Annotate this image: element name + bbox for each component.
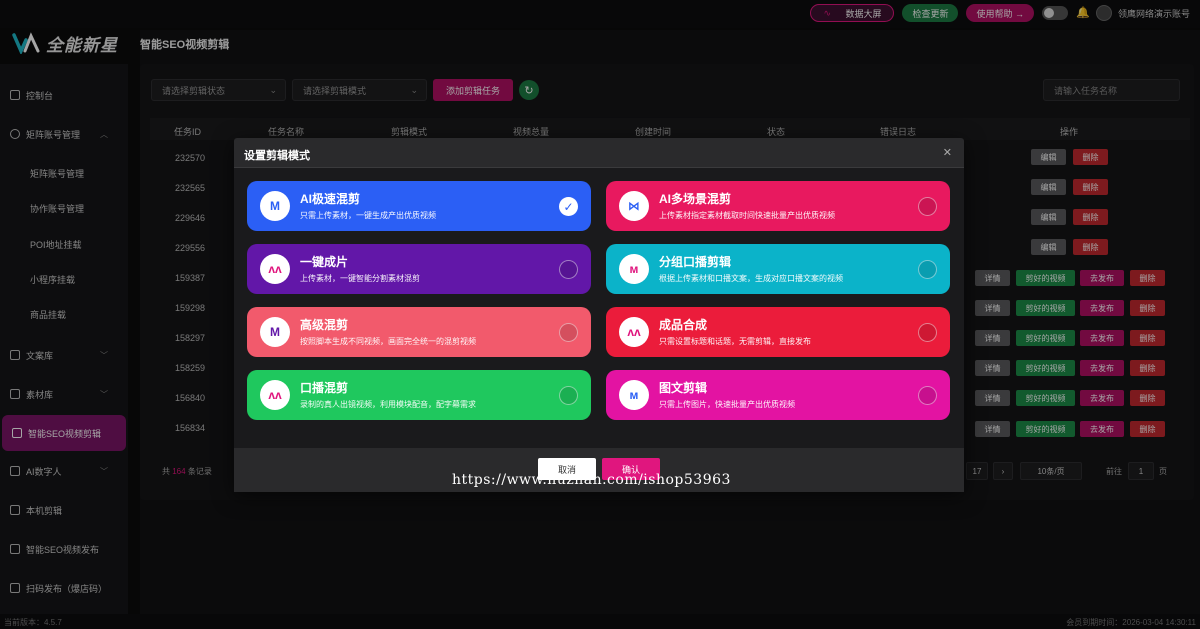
dialog-title: 设置剪辑模式 [244, 150, 310, 162]
close-icon[interactable]: ✕ [943, 146, 952, 159]
mode-card-finished[interactable]: ʌʌ 成品合成 只需设置标题和话题，无需剪辑，直接发布 [606, 307, 950, 357]
radio-button[interactable] [559, 323, 578, 342]
bowtie-icon: ⋈ [619, 191, 649, 221]
people-icon: ᴍ [619, 254, 649, 284]
dialog-body: M AI极速混剪 只需上传素材，一键生成产出优质视频 ✓ ⋈ AI多场景混剪 上… [234, 168, 964, 448]
radio-button[interactable] [918, 386, 937, 405]
mode-card-image-text[interactable]: ᴍ 图文剪辑 只需上传图片，快速批量产出优质视频 [606, 370, 950, 420]
dialog-header: 设置剪辑模式 ✕ [234, 138, 964, 168]
radio-button[interactable] [559, 260, 578, 279]
radio-button[interactable] [918, 197, 937, 216]
check-icon[interactable]: ✓ [559, 197, 578, 216]
people-icon: ᴍ [619, 380, 649, 410]
wave-m-icon: M [260, 317, 290, 347]
mountain-icon: ʌʌ [619, 317, 649, 347]
mode-card-advanced[interactable]: M 高级混剪 按照脚本生成不同视频，画面完全统一的混剪视频 [247, 307, 591, 357]
mode-card-ai-fast[interactable]: M AI极速混剪 只需上传素材，一键生成产出优质视频 ✓ [247, 181, 591, 231]
mode-card-ai-multiscene[interactable]: ⋈ AI多场景混剪 上传素材指定素材截取时间快速批量产出优质视频 [606, 181, 950, 231]
radio-button[interactable] [918, 260, 937, 279]
mode-card-group-voice[interactable]: ᴍ 分组口播剪辑 根据上传素材和口播文案，生成对应口播文案的视频 [606, 244, 950, 294]
radio-button[interactable] [559, 386, 578, 405]
radio-button[interactable] [918, 323, 937, 342]
mode-logo-icon: M [260, 191, 290, 221]
mode-card-voice-mix[interactable]: ʌʌ 口播混剪 录制的真人出镜视频，利用模块配音，配字幕需求 [247, 370, 591, 420]
mode-card-one-click[interactable]: ʌʌ 一键成片 上传素材，一键智能分割素材混剪 [247, 244, 591, 294]
mountain-icon: ʌʌ [260, 380, 290, 410]
watermark-text: https://www.huzhan.com/ishop53963 [452, 472, 731, 488]
edit-mode-dialog: 设置剪辑模式 ✕ M AI极速混剪 只需上传素材，一键生成产出优质视频 ✓ ⋈ … [234, 138, 964, 492]
mountain-icon: ʌʌ [260, 254, 290, 284]
